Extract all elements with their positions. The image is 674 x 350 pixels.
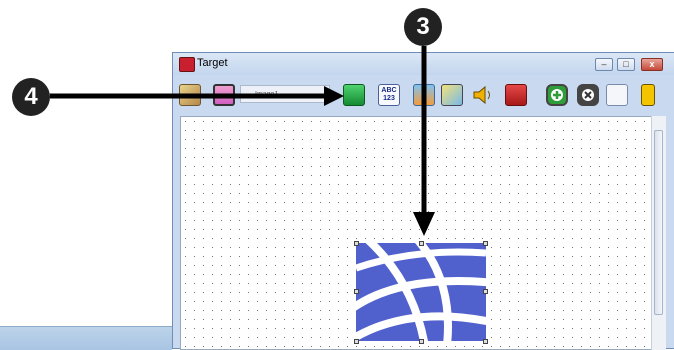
callout-three: 3 [404, 8, 442, 46]
callout-four: 4 [12, 78, 50, 116]
arrow-three-head [413, 212, 435, 236]
arrow-four-head [324, 86, 344, 106]
annotation-arrows [50, 46, 435, 236]
